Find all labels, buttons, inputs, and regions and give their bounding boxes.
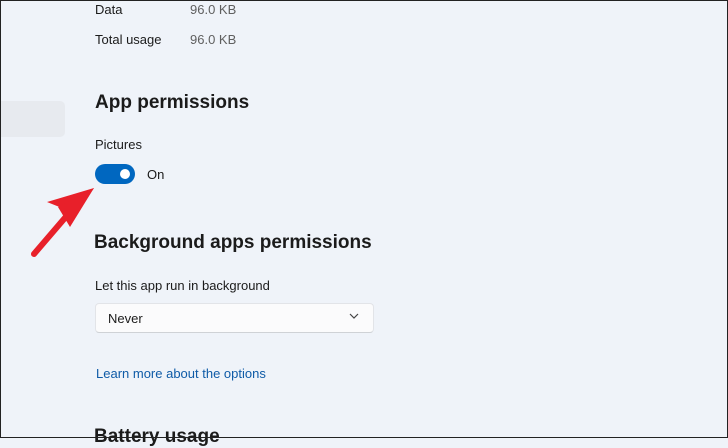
- app-permissions-heading: App permissions: [95, 92, 250, 113]
- total-usage-label: Total usage: [95, 32, 162, 47]
- background-permissions-heading: Background apps permissions: [94, 232, 372, 253]
- chevron-down-icon: [349, 313, 359, 319]
- pictures-label: Pictures: [95, 137, 142, 152]
- total-usage-value: 96.0 KB: [190, 32, 237, 47]
- toggle-state-label: On: [147, 167, 165, 182]
- data-value: 96.0 KB: [190, 2, 237, 17]
- toggle-knob: [120, 169, 130, 179]
- red-arrow-annotation-icon: [31, 188, 94, 257]
- data-label: Data: [95, 2, 123, 17]
- sidebar-selected-item[interactable]: [0, 101, 65, 137]
- pictures-toggle[interactable]: [95, 164, 135, 184]
- dropdown-selected-value: Never: [108, 311, 143, 326]
- background-run-label: Let this app run in background: [95, 278, 270, 293]
- battery-usage-heading: Battery usage: [94, 426, 220, 447]
- background-run-dropdown[interactable]: Never: [95, 303, 374, 333]
- learn-more-link[interactable]: Learn more about the options: [96, 366, 266, 381]
